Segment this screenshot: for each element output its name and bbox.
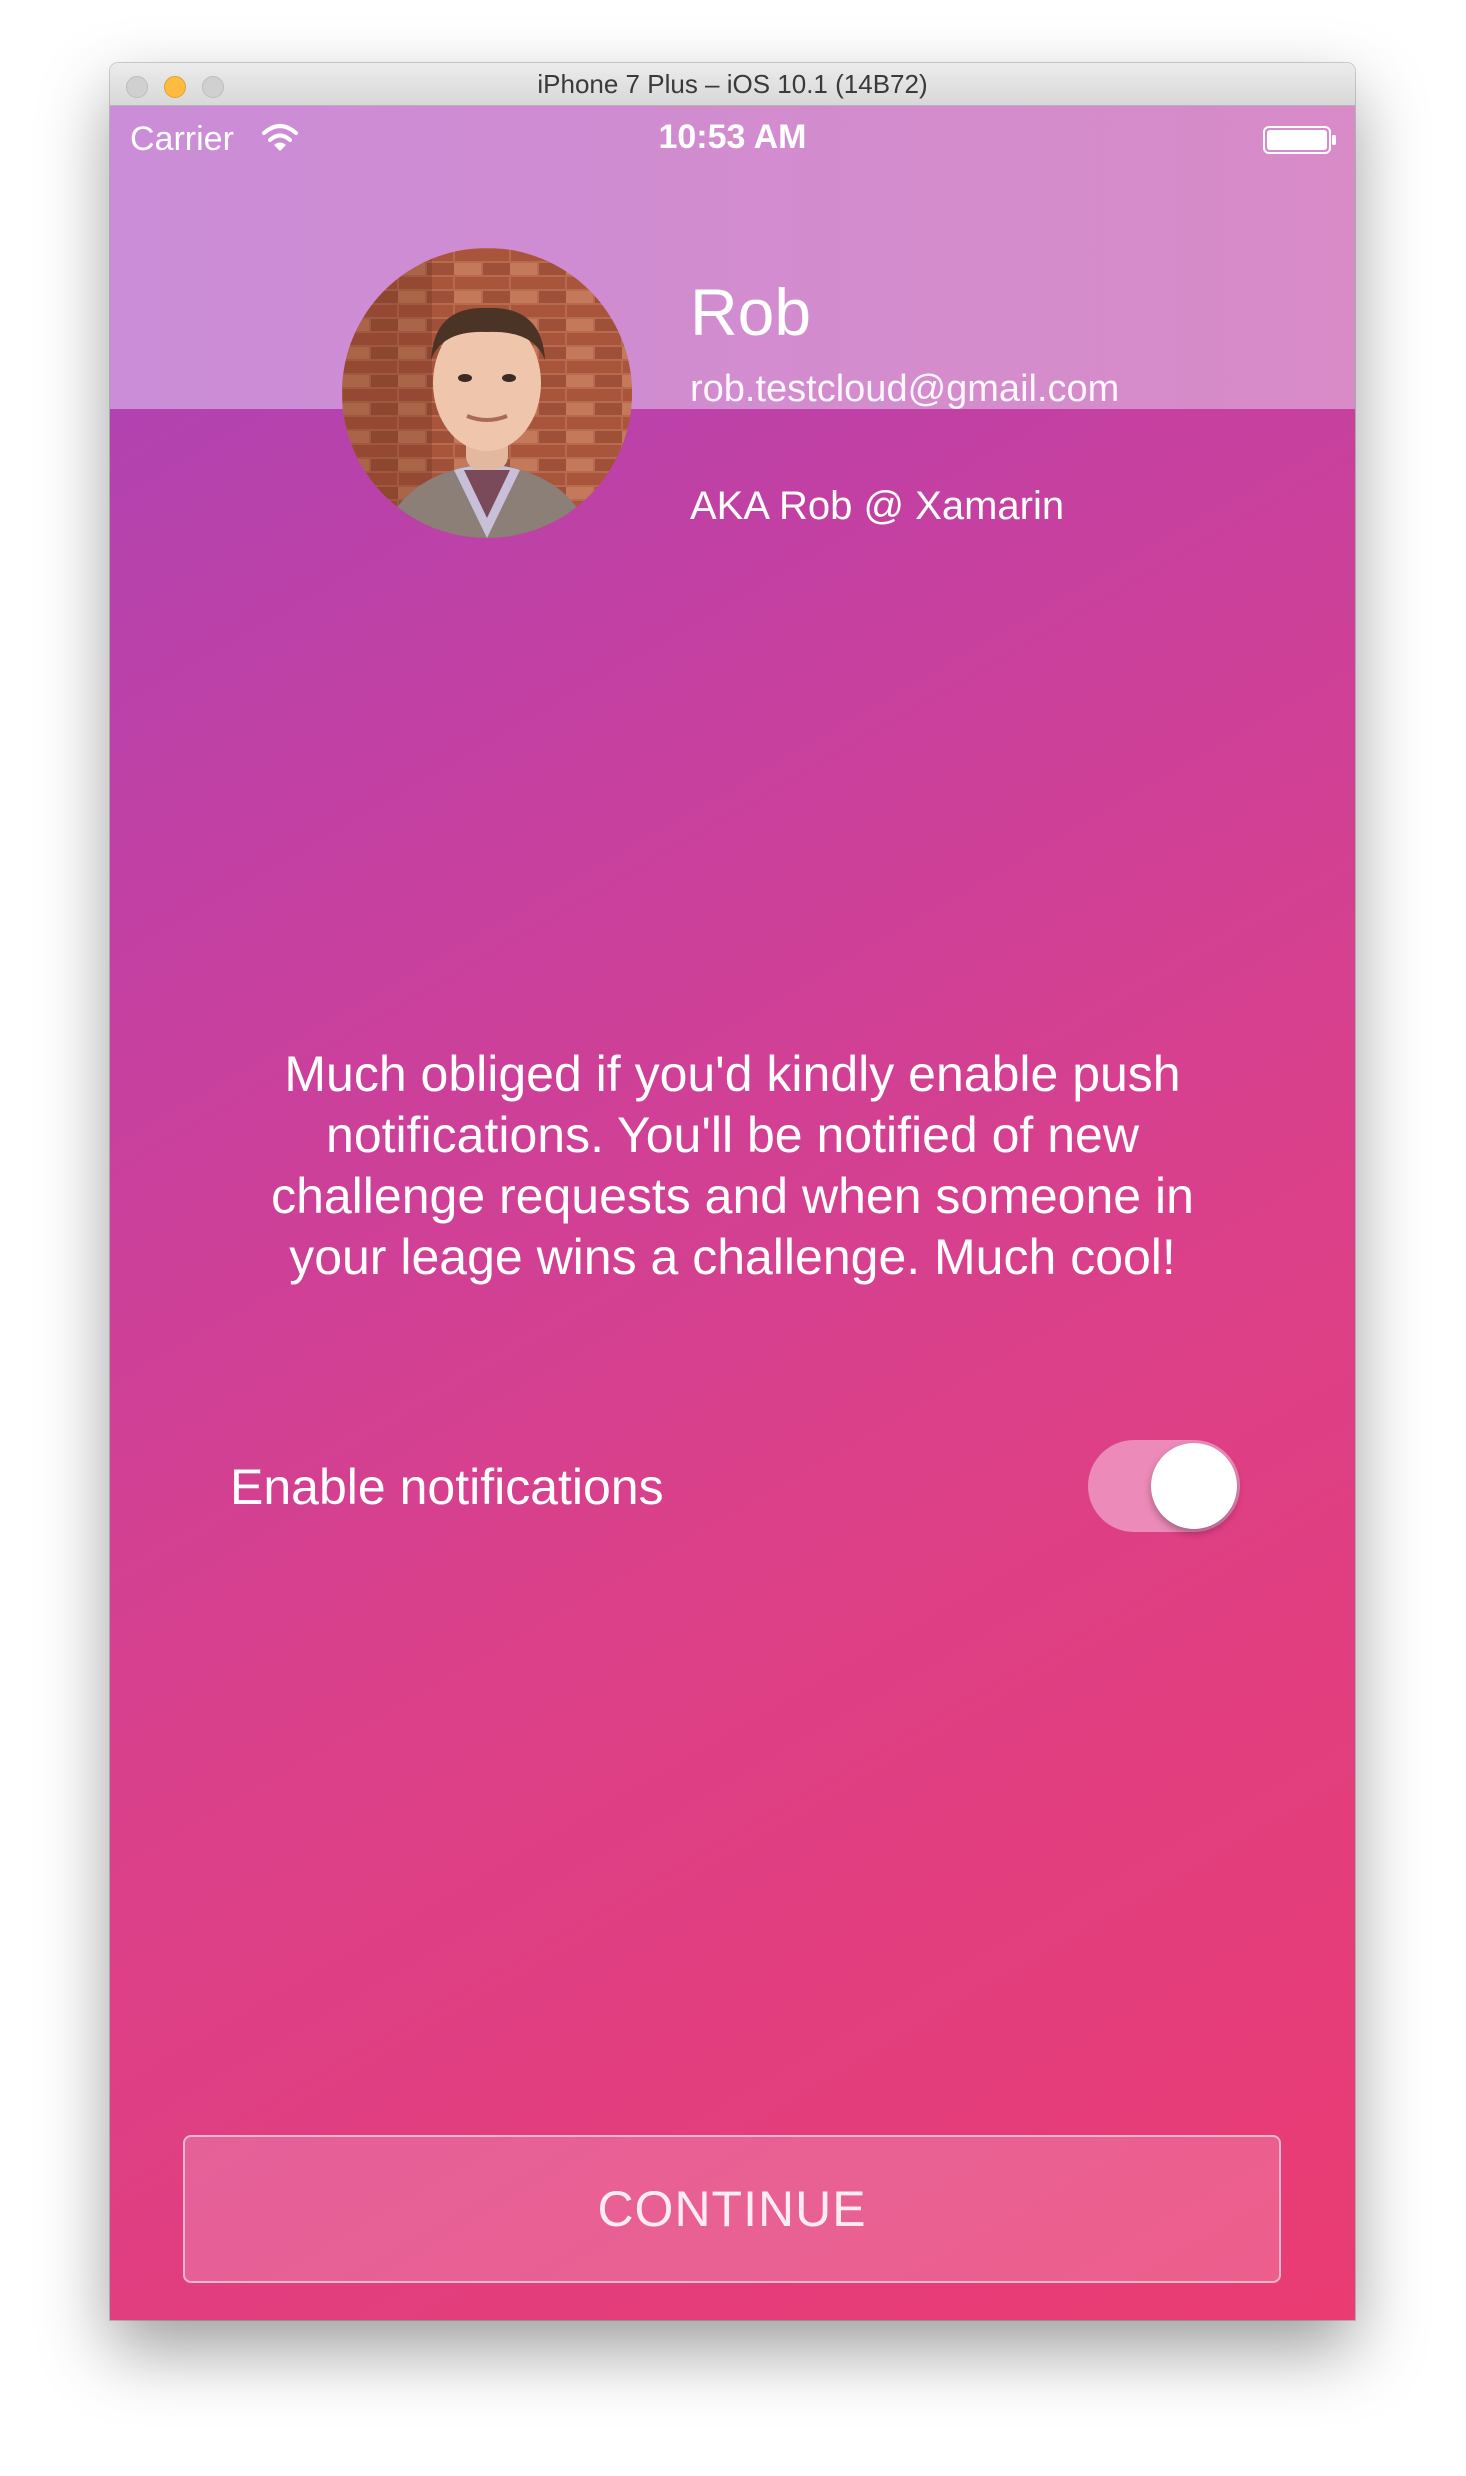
notifications-toggle[interactable] xyxy=(1088,1440,1240,1532)
status-time: 10:53 AM xyxy=(658,118,807,156)
window-titlebar[interactable]: iPhone 7 Plus – iOS 10.1 (14B72) xyxy=(110,63,1355,106)
profile-email: rob.testcloud@gmail.com xyxy=(690,368,1120,410)
notifications-toggle-label: Enable notifications xyxy=(230,1459,664,1515)
page: iPhone 7 Plus – iOS 10.1 (14B72) Carrier… xyxy=(0,0,1466,2476)
status-bar: Carrier 10:53 AM xyxy=(110,106,1355,176)
profile-alias: AKA Rob @ Xamarin xyxy=(690,484,1065,528)
phone-screen: Carrier 10:53 AM Rob rob.testcloud@gmail… xyxy=(110,106,1355,2320)
battery-icon xyxy=(1263,126,1337,154)
avatar xyxy=(342,248,632,538)
simulator-window: iPhone 7 Plus – iOS 10.1 (14B72) Carrier… xyxy=(110,63,1355,2320)
window-title: iPhone 7 Plus – iOS 10.1 (14B72) xyxy=(537,69,928,99)
notification-message: Much obliged if you'd kindly enable push… xyxy=(271,1046,1194,1285)
profile-name: Rob xyxy=(690,275,812,349)
toggle-knob xyxy=(1151,1443,1237,1529)
notifications-row: Enable notifications xyxy=(230,1436,1240,1536)
continue-button[interactable]: CONTINUE xyxy=(183,2135,1281,2283)
